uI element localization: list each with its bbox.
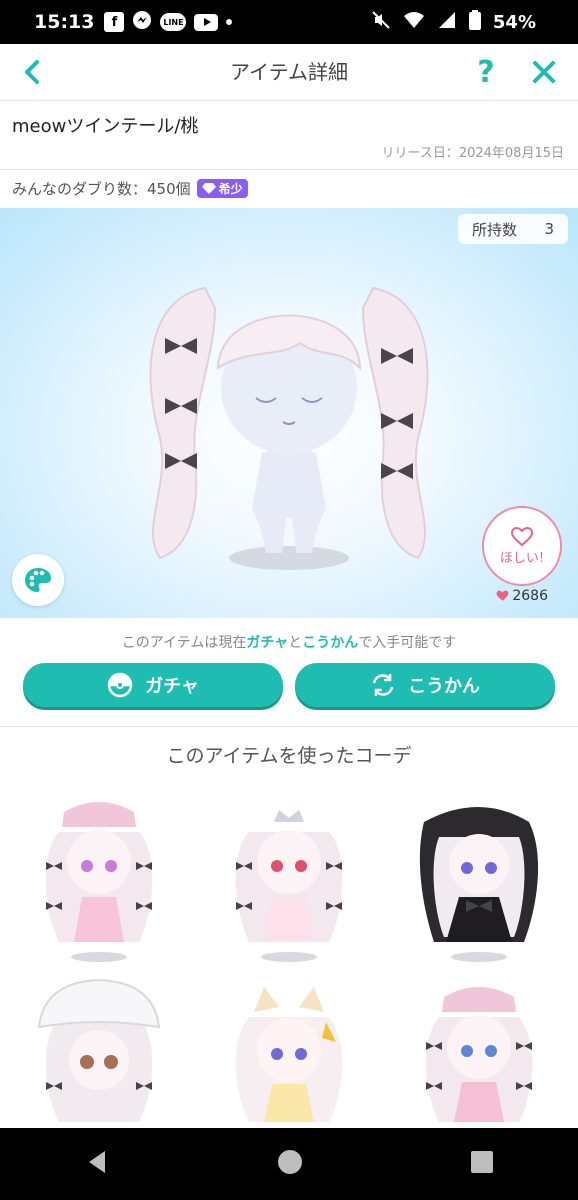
coordinate-card-5[interactable] xyxy=(214,972,364,1142)
facebook-icon: f xyxy=(104,12,125,32)
nav-home-button[interactable] xyxy=(276,1148,304,1180)
nav-back-button[interactable] xyxy=(83,1148,111,1180)
status-bar: 15:13 f LINE 54% xyxy=(0,0,578,44)
coordinate-thumbnail xyxy=(37,978,161,1122)
coordinates-section-title: このアイテムを使ったコーデ xyxy=(166,745,412,767)
coordinate-card-1[interactable] xyxy=(24,792,174,962)
gacha-capsule-icon xyxy=(107,672,133,698)
heart-outline-icon xyxy=(511,526,533,546)
release-date: リリース日：2024年08月15日 xyxy=(381,146,564,161)
item-preview: 所持数 3 ほしい! 2686 xyxy=(0,208,578,618)
status-time: 15:13 xyxy=(34,11,95,33)
rarity-label: 希少 xyxy=(218,182,243,196)
gacha-button[interactable]: ガチャ xyxy=(23,663,283,707)
close-icon xyxy=(533,61,555,83)
messenger-icon xyxy=(132,10,152,34)
availability-text: このアイテムは現在ガチャとこうかんで入手可能です xyxy=(0,632,578,652)
battery-percent: 54% xyxy=(492,11,536,33)
more-notifications-dot xyxy=(226,19,233,25)
want-count: 2686 xyxy=(496,588,548,604)
help-icon: ? xyxy=(477,54,495,90)
signal-icon xyxy=(437,11,457,33)
nav-recents-button[interactable] xyxy=(469,1149,495,1179)
notification-icons: f LINE xyxy=(104,10,233,34)
top-app-bar: アイテム詳細 ? xyxy=(0,44,578,101)
palette-icon xyxy=(25,568,51,592)
help-button[interactable]: ? xyxy=(466,52,506,92)
exchange-icon xyxy=(372,674,394,696)
wifi-icon xyxy=(403,11,425,33)
palette-button[interactable] xyxy=(12,554,64,606)
divider xyxy=(0,169,578,170)
coordinate-thumbnail xyxy=(45,802,153,962)
coordinate-card-4[interactable] xyxy=(24,972,174,1142)
availability-exchange: こうかん xyxy=(302,635,359,651)
want-button[interactable]: ほしい! xyxy=(482,506,562,586)
availability-prefix: このアイテムは現在 xyxy=(121,635,247,651)
diamond-icon xyxy=(201,183,216,194)
recents-square-icon xyxy=(471,1151,494,1173)
navigation-bar xyxy=(0,1128,578,1200)
coordinate-thumbnail xyxy=(235,810,343,962)
availability-suffix: で入手可能です xyxy=(358,635,457,651)
duplicate-count-text: みんなのダブり数：450個 xyxy=(12,180,191,198)
battery-icon xyxy=(468,10,481,34)
youtube-icon xyxy=(194,13,219,31)
item-name: meowツインテール/桃 xyxy=(12,116,199,137)
exchange-button[interactable]: こうかん xyxy=(295,663,555,707)
home-circle-icon xyxy=(277,1150,302,1174)
divider xyxy=(0,726,578,727)
coordinate-thumbnail xyxy=(425,987,533,1122)
rarity-badge: 希少 xyxy=(196,179,248,198)
close-button[interactable] xyxy=(524,52,564,92)
availability-and: と xyxy=(288,635,303,651)
coordinate-thumbnail xyxy=(419,807,539,962)
coordinate-card-6[interactable] xyxy=(404,972,554,1142)
coordinate-thumbnail xyxy=(235,987,343,1122)
availability-gacha: ガチャ xyxy=(246,635,289,651)
coordinate-card-3[interactable] xyxy=(404,792,554,962)
exchange-button-label: こうかん xyxy=(408,676,480,697)
want-count-value: 2686 xyxy=(512,588,548,604)
want-label: ほしい! xyxy=(499,550,545,566)
mute-icon xyxy=(371,10,391,34)
heart-icon xyxy=(496,590,509,601)
back-triangle-icon xyxy=(88,1151,105,1173)
coordinates-grid xyxy=(0,782,578,1127)
gacha-button-label: ガチャ xyxy=(145,676,199,697)
line-icon: LINE xyxy=(160,13,187,31)
duplicate-count: みんなのダブり数：450個 希少 xyxy=(12,178,248,199)
coordinate-card-2[interactable] xyxy=(214,792,364,962)
